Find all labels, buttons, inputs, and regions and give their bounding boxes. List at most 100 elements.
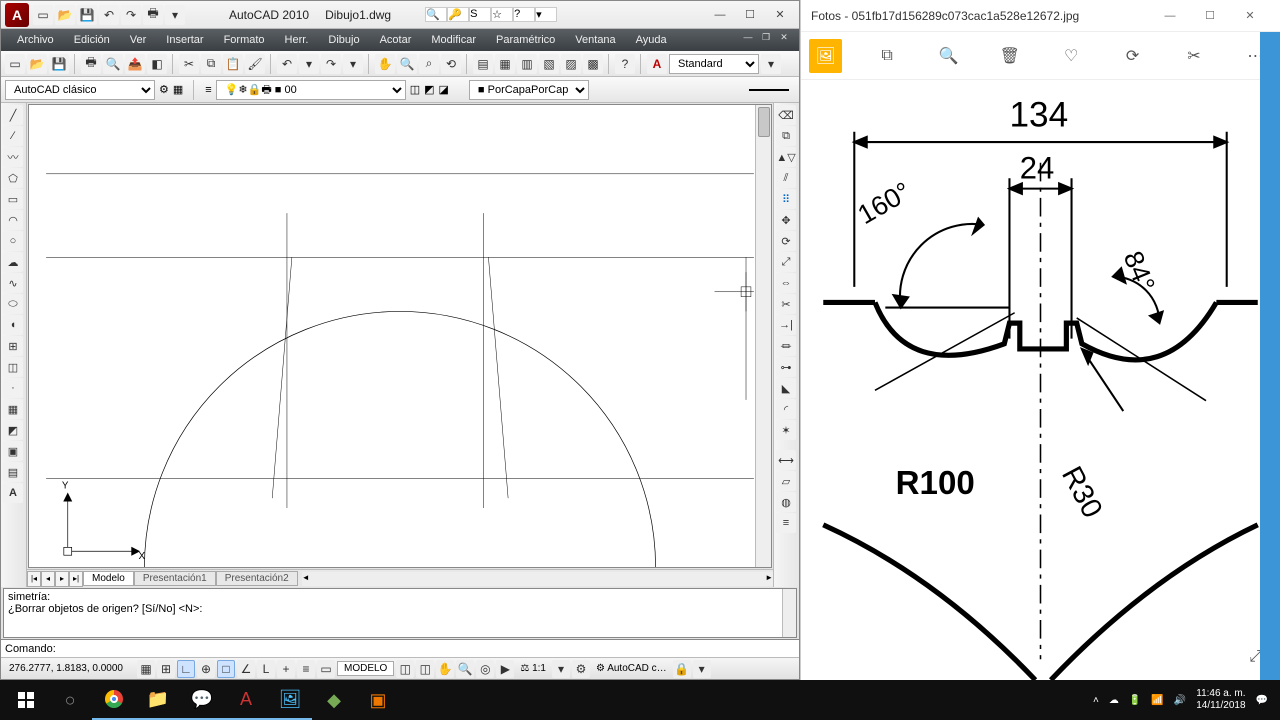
save-icon[interactable]: 💾 [77,5,97,25]
mdi-close-icon[interactable]: ✕ [775,32,793,48]
steering-icon[interactable]: ◎ [476,660,494,678]
menu-archivo[interactable]: Archivo [7,31,64,49]
rotate-icon[interactable]: ⟳ [776,231,796,251]
tab-next-icon[interactable]: ▸ [55,571,69,587]
hatch-icon[interactable]: ▦ [3,399,23,419]
toolpal-icon[interactable]: ▥ [517,54,537,74]
tab-first-icon[interactable]: |◂ [27,571,41,587]
chrome-icon[interactable] [92,680,136,720]
collection-icon[interactable]: 🖼 [809,39,842,73]
polygon-icon[interactable]: ⬠ [3,168,23,188]
sheetset-icon[interactable]: ▧ [539,54,559,74]
cortana-icon[interactable]: ○ [48,680,92,720]
plot-icon[interactable]: 🖶 [81,54,101,74]
photos-close-button[interactable]: ✕ [1230,2,1270,30]
comm-icon[interactable]: S [469,7,491,22]
canvas-hscrollbar[interactable] [302,572,773,586]
zoomwin-icon[interactable]: ⌕ [419,54,439,74]
cut-icon[interactable]: ✂ [179,54,199,74]
whatsapp-icon[interactable]: 💬 [180,680,224,720]
zoom2-icon[interactable]: 🔍 [456,660,474,678]
ws-status[interactable]: ⚙ AutoCAD c… [592,662,671,675]
tray-volume-icon[interactable]: 🔊 [1174,695,1186,706]
menu-parametrico[interactable]: Paramétrico [486,31,565,49]
menu-herr[interactable]: Herr. [275,31,319,49]
canvas-vscrollbar[interactable] [755,105,771,567]
redo-drop-icon[interactable]: ▾ [343,54,363,74]
photos-task-icon[interactable]: 🖼 [268,680,312,720]
block-icon[interactable]: ◫ [3,357,23,377]
workspace-select[interactable]: AutoCAD clásico [5,80,155,100]
key-icon[interactable]: 🔑 [447,7,469,22]
app3-icon[interactable]: ◆ [312,680,356,720]
search-icon[interactable]: 🔍 [425,7,447,22]
mdi-minimize-icon[interactable]: — [739,32,757,48]
photos-maximize-button[interactable]: ☐ [1190,2,1230,30]
snap-icon[interactable]: ▦ [137,660,155,678]
ws-gear-icon[interactable]: ⚙ [159,83,169,96]
list-icon[interactable]: ≡ [776,513,796,533]
lineweight-preview[interactable] [749,89,789,91]
layer-tool1-icon[interactable]: ◫ [410,83,420,96]
ellipsearc-icon[interactable]: ◖ [3,315,23,335]
markup-icon[interactable]: ▨ [561,54,581,74]
rotate-icon[interactable]: ⟳ [1116,39,1149,73]
otrack-icon[interactable]: ∠ [237,660,255,678]
color-select[interactable]: ■ PorCapaPorCapa [469,80,589,100]
spline-icon[interactable]: ∿ [3,273,23,293]
3ddwf-icon[interactable]: ◧ [147,54,167,74]
explode-icon[interactable]: ✶ [776,420,796,440]
qnew-icon[interactable]: ▭ [5,54,25,74]
extend-icon[interactable]: →| [776,315,796,335]
offset-icon[interactable]: ⫽ [776,168,796,188]
star-icon[interactable]: ☆ [491,7,513,22]
match-icon[interactable]: 🖌 [245,54,265,74]
quickview-d-icon[interactable]: ◫ [416,660,434,678]
xline-icon[interactable]: ∕ [3,126,23,146]
array-icon[interactable]: ⠿ [776,189,796,209]
menu-dibujo[interactable]: Dibujo [318,31,369,49]
menu-insertar[interactable]: Insertar [156,31,213,49]
minimize-button[interactable]: — [705,5,735,25]
photos-canvas[interactable]: 134 24 160° [801,80,1280,680]
circle-icon[interactable]: ○ [3,231,23,251]
autocad-logo-icon[interactable]: A [5,3,29,27]
join-icon[interactable]: ⊶ [776,357,796,377]
autocad-task-icon[interactable]: A [224,680,268,720]
redo-icon[interactable]: ↷ [121,5,141,25]
break-icon[interactable]: ⏛ [776,336,796,356]
insert-icon[interactable]: ⊞ [3,336,23,356]
dyn-icon[interactable]: + [277,660,295,678]
menu-formato[interactable]: Formato [214,31,275,49]
trim-icon[interactable]: ✂ [776,294,796,314]
ws-save-icon[interactable]: ▦ [173,83,183,96]
tray-cloud-icon[interactable]: ☁ [1109,695,1119,706]
delete-icon[interactable]: 🗑 [993,39,1026,73]
line-icon[interactable]: ╱ [3,105,23,125]
coordinates[interactable]: 276.2777, 1.8183, 0.0000 [5,663,135,674]
grid-icon[interactable]: ⊞ [157,660,175,678]
menu-modificar[interactable]: Modificar [421,31,486,49]
cmd-vscrollbar[interactable] [782,589,796,637]
arc-icon[interactable]: ◠ [3,210,23,230]
rectangle-icon[interactable]: ▭ [3,189,23,209]
undo-drop-icon[interactable]: ▾ [299,54,319,74]
stretch-icon[interactable]: ⇔ [776,273,796,293]
quickview-l-icon[interactable]: ◫ [396,660,414,678]
open-icon[interactable]: 📂 [55,5,75,25]
annoauto-icon[interactable]: ⚙ [572,660,590,678]
command-history[interactable]: simetría: ¿Borrar objetos de origen? [Sí… [3,588,797,638]
publish-icon[interactable]: 📤 [125,54,145,74]
redo2-icon[interactable]: ↷ [321,54,341,74]
compare-icon[interactable]: ⧉ [870,39,903,73]
close-button[interactable]: ✕ [765,5,795,25]
tab-last-icon[interactable]: ▸| [69,571,83,587]
ellipse-icon[interactable]: ⬭ [3,294,23,314]
revcloud-icon[interactable]: ☁ [3,252,23,272]
menu-edicion[interactable]: Edición [64,31,120,49]
model-button[interactable]: MODELO [337,661,394,676]
polar-icon[interactable]: ⊕ [197,660,215,678]
help2-icon[interactable]: ? [615,54,635,74]
dist-icon[interactable]: ⟷ [776,450,796,470]
scale-icon[interactable]: ⤢ [776,252,796,272]
